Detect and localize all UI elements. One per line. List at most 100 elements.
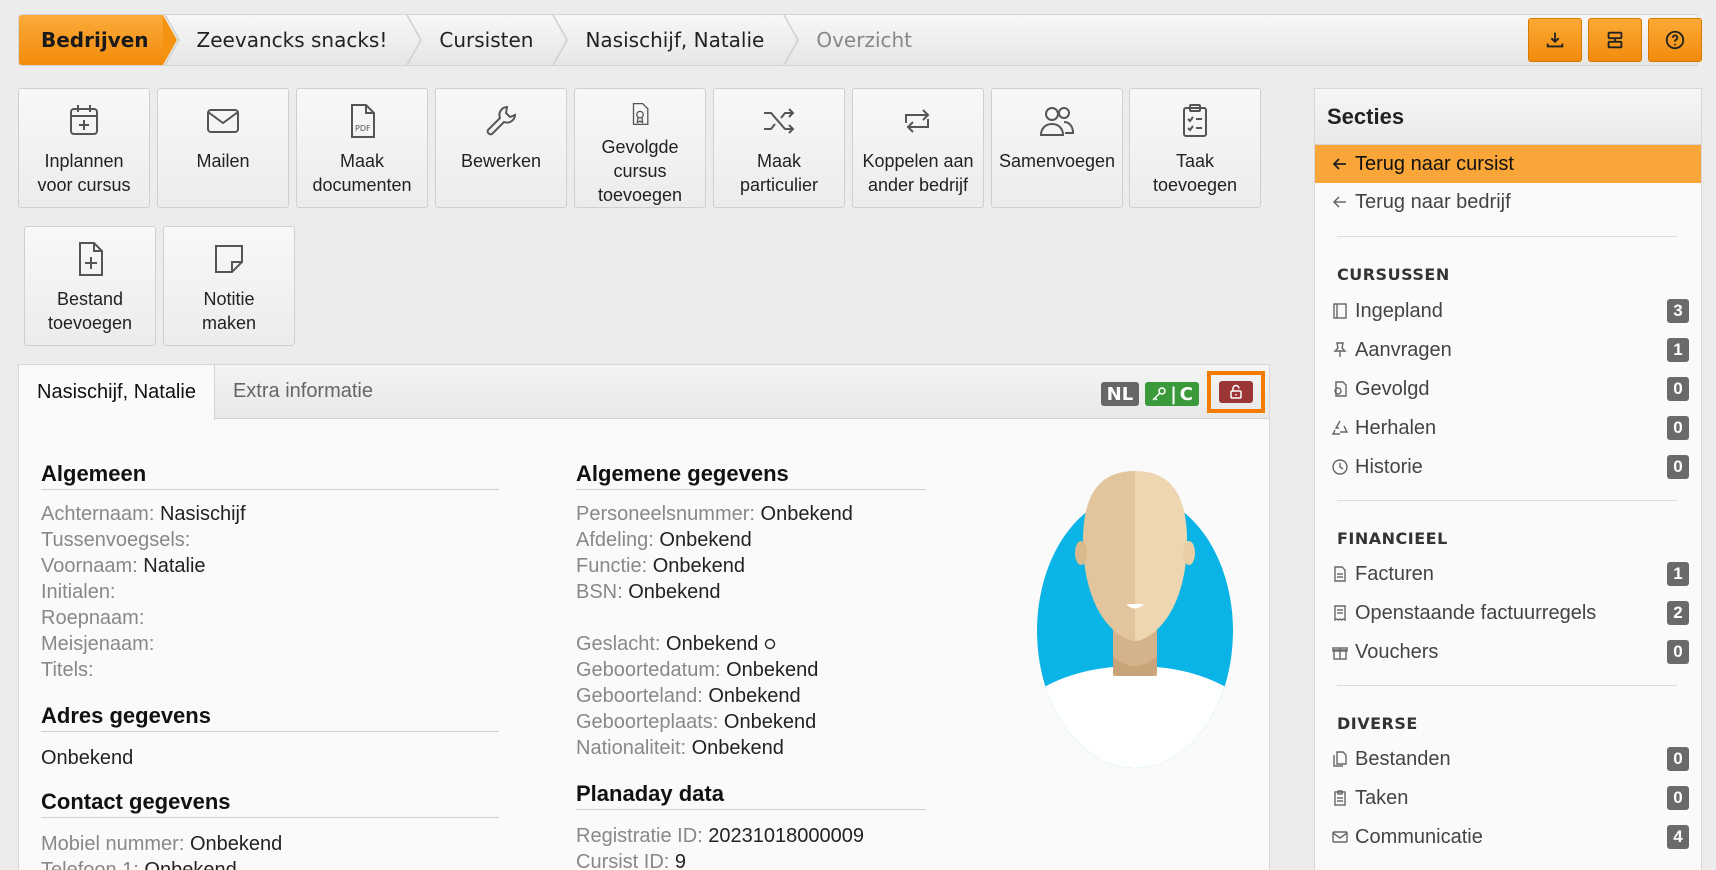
section-adres-title: Adres gegevens [41,703,499,732]
field-key: Functie: [576,555,648,577]
tile-label: Taak toevoegen [1152,151,1238,195]
field-key: Voornaam: [41,555,138,577]
clock-icon [1332,459,1348,475]
lock-highlight[interactable] [1207,371,1265,413]
schedule-course-button[interactable]: Inplannen voor cursus [18,88,150,208]
tile-label: Maak documenten [312,151,412,195]
tab-extra-info[interactable]: Extra informatie [215,365,391,418]
unlock-icon [1230,384,1242,399]
key-icon [1152,387,1166,401]
link-other-company-button[interactable]: Koppelen aan ander bedrijf [852,88,984,208]
arrow-left-icon [1332,196,1346,208]
sidebar-item-label: Gevolgd [1355,377,1430,400]
sidebar-item-taken[interactable]: Taken 0 [1315,779,1701,817]
layout-button[interactable] [1588,18,1642,62]
field-nationaliteit: Nationaliteit: Onbekend [576,737,784,760]
download-icon [1546,32,1564,48]
sidebar-item-communicatie[interactable]: Communicatie 4 [1315,818,1701,856]
invoice-icon [1334,566,1346,582]
sidebar-item-back-bedrijf[interactable]: Terug naar bedrijf [1315,183,1701,221]
make-private-button[interactable]: Maak particulier [713,88,845,208]
sidebar-item-historie[interactable]: Historie 0 [1315,448,1701,486]
sidebar-item-label: Ingepland [1355,299,1443,322]
sidebar-item-label: Vouchers [1355,640,1439,663]
add-followed-course-button[interactable]: Gevolgde cursus toevoegen [574,88,706,208]
tile-label: Samenvoegen [998,151,1116,171]
pdf-icon: PDF [351,104,375,138]
tile-label: Bewerken [460,151,542,171]
field-geboortedatum: Geboortedatum: Onbekend [576,659,818,682]
sidebar-item-vouchers[interactable]: Vouchers 0 [1315,633,1701,671]
tile-label: Mailen [196,151,250,171]
sidebar-item-ingepland[interactable]: Ingepland 3 [1315,292,1701,330]
merge-button[interactable]: Samenvoegen [991,88,1123,208]
field-key: Telefoon 1: [41,859,139,870]
field-key: BSN: [576,581,623,603]
breadcrumb-label: Overzicht [816,28,913,52]
arrow-left-icon [1332,158,1346,170]
make-note-button[interactable]: Notitie maken [163,226,295,346]
field-roepnaam: Roepnaam: [41,607,144,630]
sidebar-item-herhalen[interactable]: Herhalen 0 [1315,409,1701,447]
field-key: Cursist ID: [576,851,670,870]
sidebar-item-aanvragen[interactable]: Aanvragen 1 [1315,331,1701,369]
add-file-button[interactable]: Bestand toevoegen [24,226,156,346]
field-telefoon: Telefoon 1: Onbekend [41,859,237,870]
section-planaday-title: Planaday data [576,781,926,810]
field-geboorteland: Geboorteland: Onbekend [576,685,801,708]
breadcrumb-item-company[interactable]: Zeevancks snacks! [163,15,406,65]
sidebar-item-label: Terug naar bedrijf [1355,190,1511,213]
sidebar-item-label: Taken [1355,786,1409,809]
tab-person[interactable]: Nasischijf, Natalie [19,365,215,420]
files-icon [1333,751,1347,767]
field-personeelsnummer: Personeelsnummer: Onbekend [576,503,853,526]
tile-label: Bestand toevoegen [47,289,133,333]
field-value: Onbekend [189,833,283,855]
sidebar-item-back-cursist[interactable]: Terug naar cursist [1315,145,1701,183]
sidebar-item-gevolgd[interactable]: Gevolgd 0 [1315,370,1701,408]
field-value: Onbekend [723,711,817,733]
clipboard-icon [1183,104,1207,137]
field-cursist-id: Cursist ID: 9 [576,851,686,870]
access-badge[interactable]: | C [1145,382,1199,406]
tab-bar: Nasischijf, Natalie Extra informatie NL … [19,365,1269,420]
mail-icon [1332,831,1348,843]
mail-button[interactable]: Mailen [157,88,289,208]
lock-badge[interactable] [1219,381,1253,403]
badge-separator: | [1170,383,1177,405]
field-value: Onbekend [691,737,784,759]
field-key: Geboorteplaats: [576,711,719,733]
sidebar-group-cursussen: CURSUSSEN [1337,265,1450,284]
help-button[interactable] [1648,18,1702,62]
pin-icon [1333,342,1347,357]
sidebar-divider [1337,236,1677,237]
field-key: Tussenvoegsels: [41,529,191,551]
field-key: Geboortedatum: [576,659,721,681]
make-documents-button[interactable]: PDF Maak documenten [296,88,428,208]
breadcrumb-item-overzicht: Overzicht [782,15,930,65]
edit-button[interactable]: Bewerken [435,88,567,208]
add-task-button[interactable]: Taak toevoegen [1129,88,1261,208]
file-plus-icon [79,242,103,276]
task-icon [1334,790,1346,806]
field-geboorteplaats: Geboorteplaats: Onbekend [576,711,816,734]
sidebar-item-facturen[interactable]: Facturen 1 [1315,555,1701,593]
top-actions [1528,18,1702,62]
breadcrumb: Bedrijven Zeevancks snacks! Cursisten Na… [18,14,1698,66]
sidebar-item-openstaande-factuurregels[interactable]: Openstaande factuurregels 2 [1315,594,1701,632]
language-badge: NL [1100,382,1140,406]
field-key: Geboorteland: [576,685,703,707]
breadcrumb-label: Nasischijf, Natalie [585,28,765,52]
field-value: 9 [674,851,687,870]
breadcrumb-item-cursisten[interactable]: Cursisten [405,15,551,65]
field-voornaam: Voornaam: Natalie [41,555,206,578]
breadcrumb-item-bedrijven[interactable]: Bedrijven [19,15,177,65]
field-key: Roepnaam: [41,607,145,629]
gender-unknown-icon [764,638,776,650]
field-meisjenaam: Meisjenaam: [41,633,154,656]
sidebar-item-label: Bestanden [1355,747,1451,770]
download-button[interactable] [1528,18,1582,62]
sidebar-item-bestanden[interactable]: Bestanden 0 [1315,740,1701,778]
field-value: Onbekend [628,581,721,603]
breadcrumb-item-person[interactable]: Nasischijf, Natalie [551,15,782,65]
